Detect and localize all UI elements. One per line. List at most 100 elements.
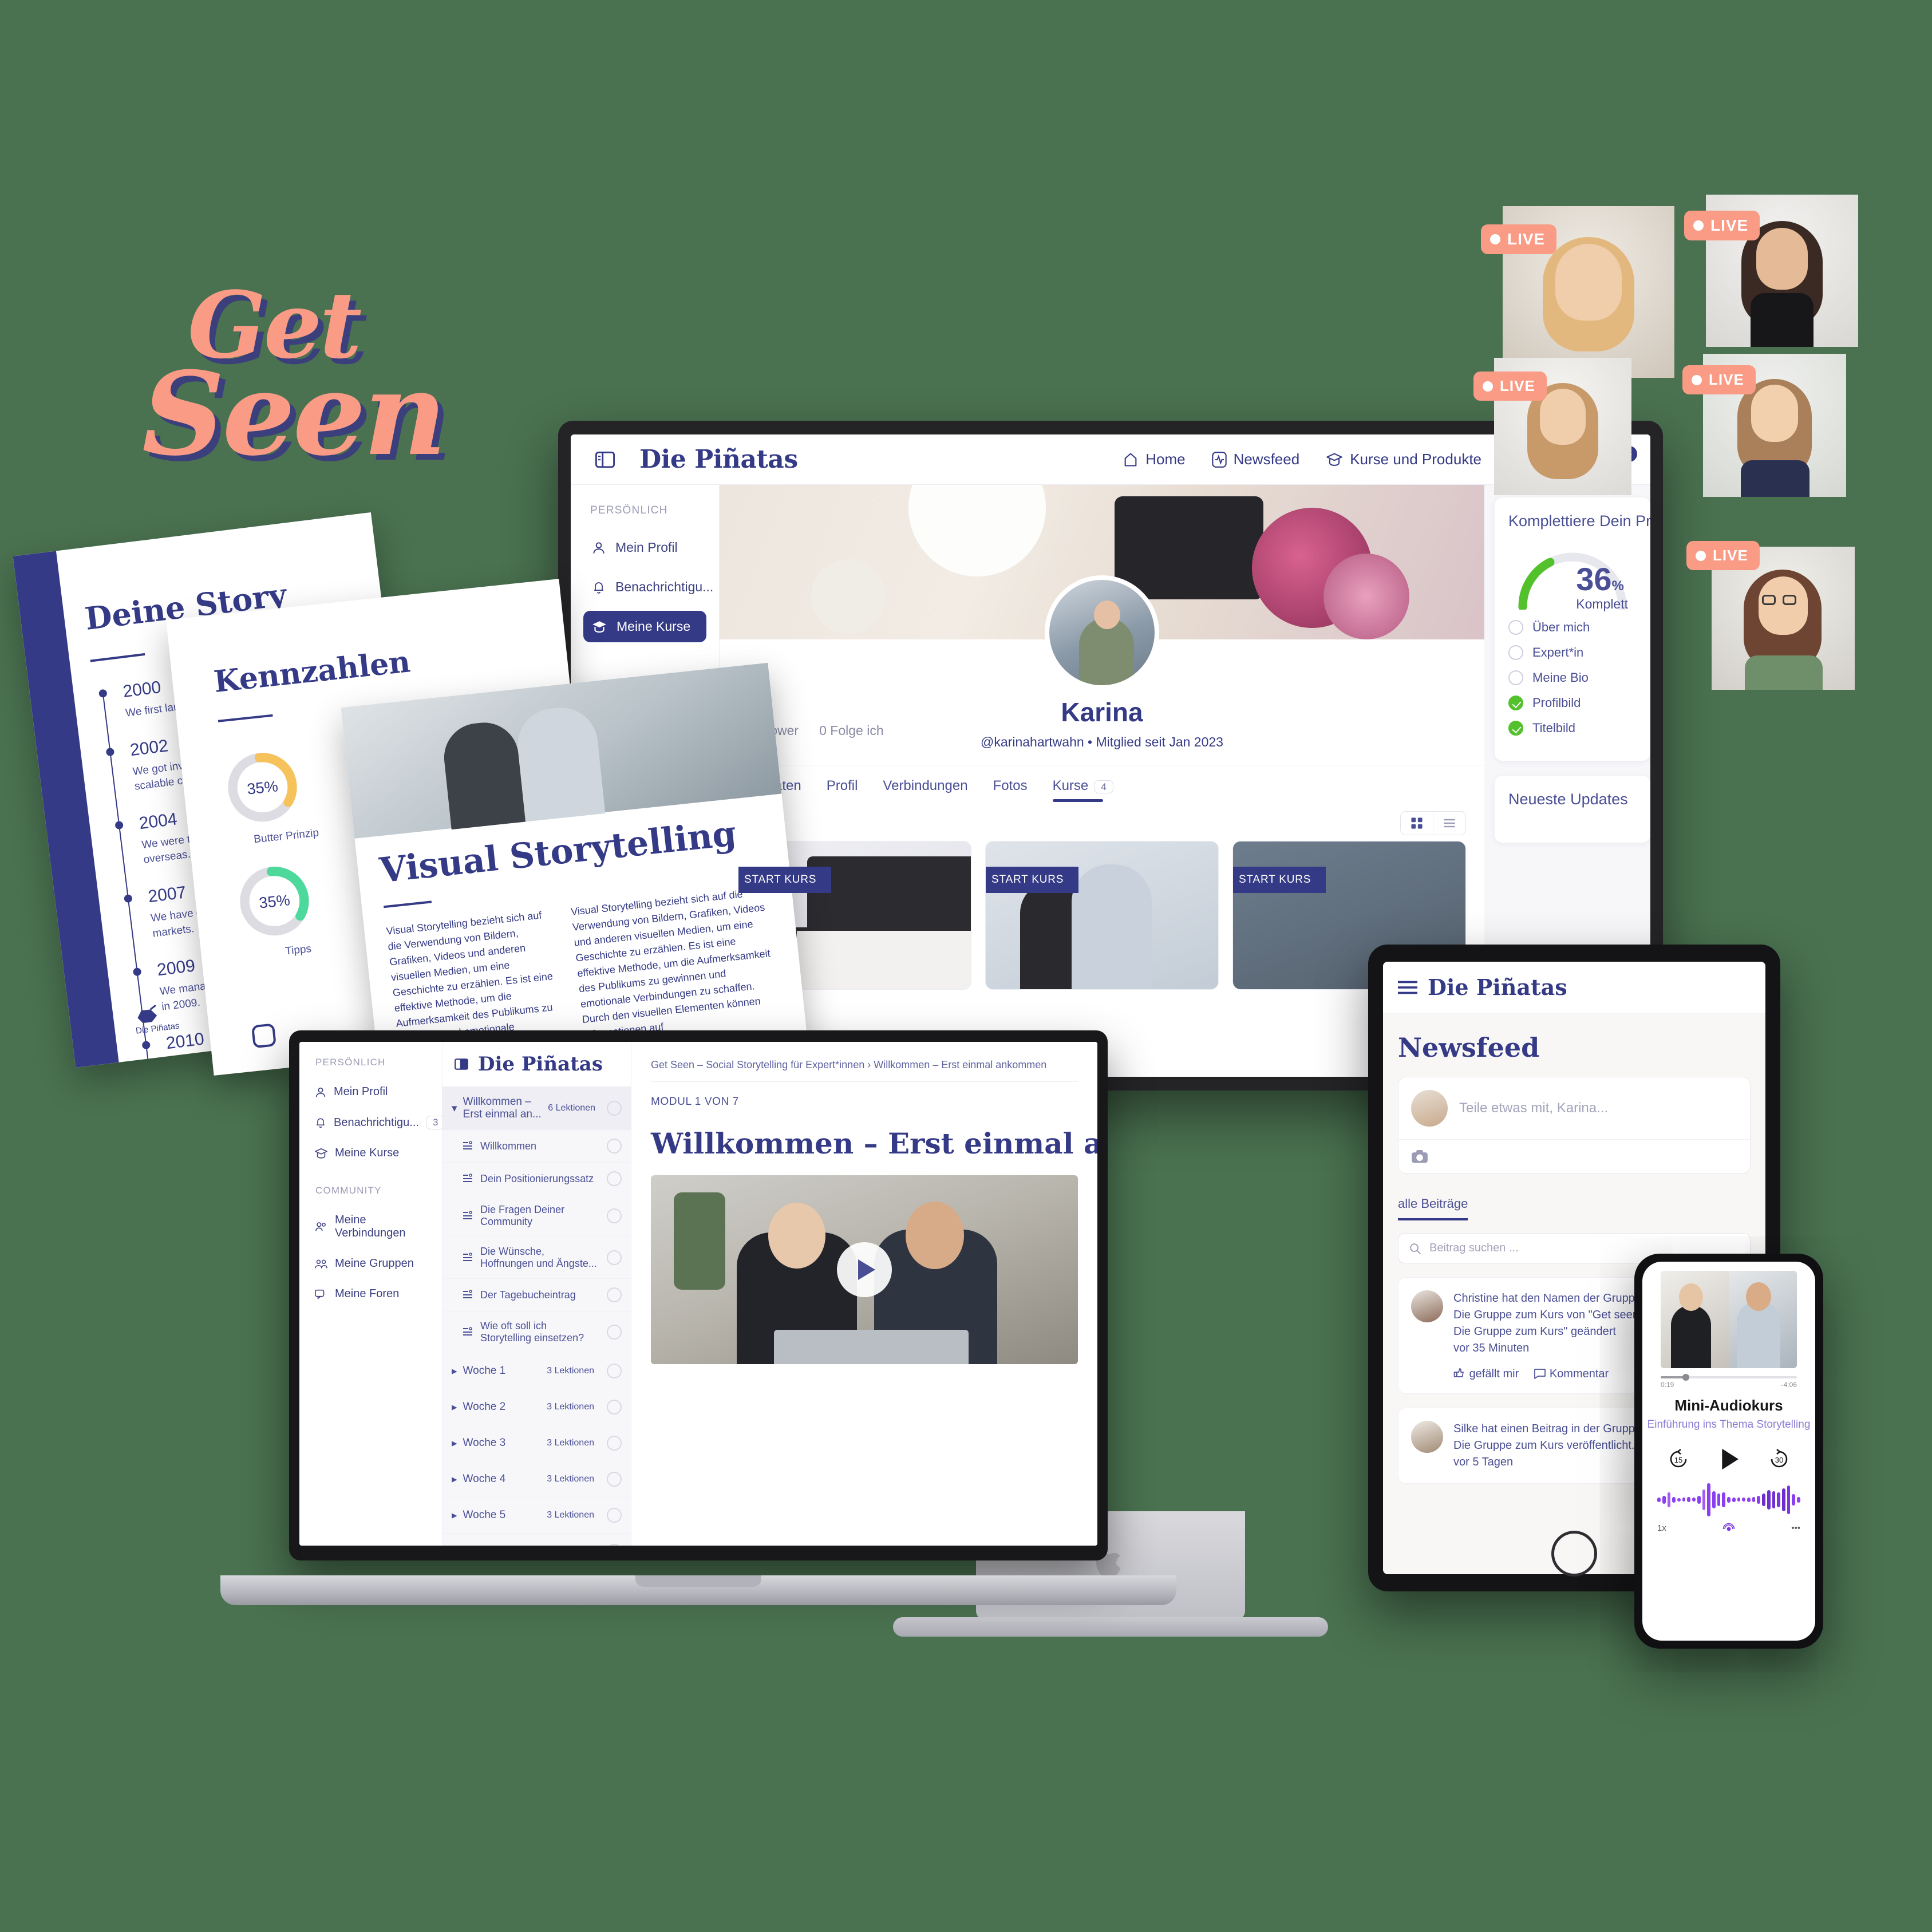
audio-time-row: 0:19 -4:06 bbox=[1661, 1381, 1797, 1389]
tab-kurse[interactable]: Kurse 4 bbox=[1052, 778, 1113, 802]
playback-speed-button[interactable]: 1x bbox=[1657, 1523, 1666, 1533]
post-search-placeholder: Beitrag suchen ... bbox=[1429, 1242, 1519, 1254]
nav-item-newsfeed[interactable]: Newsfeed bbox=[1211, 451, 1299, 468]
live-avatar-4[interactable]: LIVE bbox=[1682, 354, 1846, 497]
airplay-icon[interactable] bbox=[1722, 1522, 1735, 1535]
nav-item-home[interactable]: Home bbox=[1123, 451, 1186, 468]
checklist-item-profilbild[interactable]: Profilbild bbox=[1508, 696, 1637, 710]
sidebar-item-benachrichtigungen[interactable]: Benachrichtigu... 4 bbox=[583, 571, 742, 603]
camera-icon[interactable] bbox=[1411, 1149, 1737, 1164]
profile-completion-title: Komplettiere Dein Profil bbox=[1508, 512, 1650, 530]
nav-item-courses[interactable]: Kurse und Produkte bbox=[1326, 451, 1481, 468]
pinata-icon bbox=[137, 1005, 157, 1024]
sidebar-label: Meine Gruppen bbox=[335, 1257, 414, 1270]
lesson-row[interactable]: Der Tagebucheintrag bbox=[442, 1279, 631, 1311]
tab-kurse-label: Kurse bbox=[1052, 778, 1089, 793]
live-avatar-2[interactable]: LIVE bbox=[1684, 195, 1858, 347]
week-row[interactable]: ▸ Woche 2 3 Lektionen bbox=[442, 1389, 631, 1425]
sidebar-item-meine-foren[interactable]: Meine Foren bbox=[309, 1282, 433, 1306]
donut-label: Tipps bbox=[285, 942, 312, 958]
grid-view-icon[interactable] bbox=[1401, 812, 1433, 835]
week-row[interactable]: ▸ Woche 5 3 Lektionen bbox=[442, 1498, 631, 1534]
checklist-item-expertin[interactable]: Expert*in bbox=[1508, 645, 1637, 660]
sidebar-item-benachrichtigungen[interactable]: Benachrichtigu... 3 bbox=[309, 1110, 445, 1135]
hamburger-icon[interactable] bbox=[1398, 980, 1417, 995]
pulse-icon bbox=[1211, 451, 1227, 468]
sidebar-section-personal: PERSÖNLICH bbox=[590, 504, 668, 516]
circle-empty-icon bbox=[607, 1101, 622, 1116]
checklist-item-titelbild[interactable]: Titelbild bbox=[1508, 721, 1637, 736]
module-lesson-count: 6 Lektionen bbox=[548, 1103, 595, 1113]
audio-progress-slider[interactable] bbox=[1661, 1374, 1797, 1381]
start-course-button[interactable]: START KURS bbox=[1233, 867, 1326, 893]
curriculum-module-header[interactable]: ▾ Willkommen – Erst einmal an... 6 Lekti… bbox=[442, 1086, 631, 1130]
sidebar-item-meine-gruppen[interactable]: Meine Gruppen bbox=[309, 1251, 433, 1276]
panel-toggle-icon[interactable] bbox=[571, 451, 639, 468]
circle-empty-icon bbox=[607, 1436, 622, 1451]
composer-input[interactable]: Teile etwas mit, Karina... bbox=[1459, 1100, 1608, 1116]
sidebar-label: Mein Profil bbox=[615, 540, 678, 555]
avatar[interactable] bbox=[1045, 575, 1159, 690]
post-composer: Teile etwas mit, Karina... bbox=[1398, 1077, 1751, 1174]
page-title: Newsfeed bbox=[1398, 1032, 1540, 1063]
breadcrumb[interactable]: Get Seen – Social Storytelling für Exper… bbox=[651, 1059, 1078, 1082]
comment-button[interactable]: Kommentar bbox=[1534, 1367, 1609, 1381]
live-avatar-5[interactable]: LIVE bbox=[1686, 541, 1855, 690]
live-badge: LIVE bbox=[1682, 365, 1756, 394]
play-button[interactable] bbox=[837, 1242, 892, 1297]
tablet-home-button[interactable] bbox=[1551, 1531, 1597, 1577]
checklist-item-ueber-mich[interactable]: Über mich bbox=[1508, 620, 1637, 635]
like-button[interactable]: gefällt mir bbox=[1453, 1367, 1519, 1381]
checklist-item-meine-bio[interactable]: Meine Bio bbox=[1508, 670, 1637, 685]
sidebar-item-mein-profil[interactable]: Mein Profil bbox=[583, 532, 706, 563]
forward-30-button[interactable]: 30 bbox=[1768, 1448, 1791, 1471]
sidebar-section-personal: PERSÖNLICH bbox=[315, 1057, 386, 1068]
week-label: Woche 5 bbox=[463, 1509, 506, 1521]
audio-footer-controls: 1x ••• bbox=[1657, 1522, 1800, 1535]
lesson-row[interactable]: Die Wünsche, Hoffnungen und Ängste... bbox=[442, 1237, 631, 1279]
sidebar-item-meine-kurse[interactable]: Meine Kurse bbox=[309, 1141, 433, 1165]
week-row[interactable]: ▸ Woche 3 3 Lektionen bbox=[442, 1425, 631, 1461]
tab-alle-beitraege[interactable]: alle Beiträge bbox=[1398, 1196, 1468, 1220]
sidebar-item-meine-kurse[interactable]: Meine Kurse bbox=[583, 611, 706, 642]
sidebar-item-mein-profil[interactable]: Mein Profil bbox=[309, 1080, 433, 1104]
live-avatar-3[interactable]: LIVE bbox=[1473, 358, 1631, 495]
list-view-icon[interactable] bbox=[1433, 812, 1465, 835]
live-badge: LIVE bbox=[1481, 224, 1557, 254]
course-card[interactable]: START KURS bbox=[985, 841, 1219, 990]
post-timestamp: vor 35 Minuten bbox=[1453, 1342, 1530, 1354]
lesson-row[interactable]: Wie oft soll ich Storytelling einsetzen? bbox=[442, 1311, 631, 1353]
svg-text:15: 15 bbox=[1674, 1456, 1682, 1464]
user-icon bbox=[314, 1086, 327, 1099]
live-avatar-1[interactable]: LIVE bbox=[1481, 206, 1674, 378]
chevron-right-icon: ▸ bbox=[452, 1401, 457, 1413]
panel-toggle-icon[interactable] bbox=[454, 1058, 469, 1070]
play-button[interactable] bbox=[1714, 1444, 1744, 1474]
sidebar-label: Meine Foren bbox=[335, 1287, 400, 1300]
week-row[interactable]: ▸ Woche 4 3 Lektionen bbox=[442, 1461, 631, 1498]
tab-verbindungen[interactable]: Verbindungen bbox=[883, 778, 967, 802]
tab-fotos[interactable]: Fotos bbox=[993, 778, 1028, 802]
start-course-button[interactable]: START KURS bbox=[738, 867, 832, 893]
lesson-row[interactable]: Die Fragen Deiner Community bbox=[442, 1195, 631, 1237]
donut-butter-prinzip: 35% Butter Prinzip bbox=[222, 742, 342, 848]
lesson-row[interactable]: Dein Positionierungssatz bbox=[442, 1163, 631, 1195]
tab-kurse-count: 4 bbox=[1094, 780, 1113, 793]
week-label: Woche 2 bbox=[463, 1401, 506, 1413]
lesson-video[interactable] bbox=[651, 1175, 1078, 1364]
lesson-content: Get Seen – Social Storytelling für Exper… bbox=[631, 1042, 1097, 1546]
week-row[interactable]: ▸Modul 63 Lektionen bbox=[442, 1534, 631, 1546]
instagram-icon bbox=[251, 1023, 276, 1049]
week-row[interactable]: ▸ Woche 1 3 Lektionen bbox=[442, 1353, 631, 1389]
graduation-cap-icon bbox=[591, 619, 607, 634]
sidebar-item-meine-verbindungen[interactable]: Meine Verbindungen bbox=[309, 1208, 433, 1246]
tab-profil[interactable]: Profil bbox=[827, 778, 858, 802]
more-icon[interactable]: ••• bbox=[1791, 1523, 1800, 1533]
live-label: LIVE bbox=[1713, 547, 1748, 564]
post-line-1: Christine hat den Namen der Gruppe bbox=[1453, 1292, 1641, 1305]
lesson-row[interactable]: Willkommen bbox=[442, 1130, 631, 1163]
sidebar-label: Benachrichtigu... bbox=[615, 579, 714, 594]
audio-waveform[interactable] bbox=[1657, 1482, 1800, 1518]
rewind-15-button[interactable]: 15 bbox=[1667, 1448, 1690, 1471]
start-course-button[interactable]: START KURS bbox=[986, 867, 1079, 893]
